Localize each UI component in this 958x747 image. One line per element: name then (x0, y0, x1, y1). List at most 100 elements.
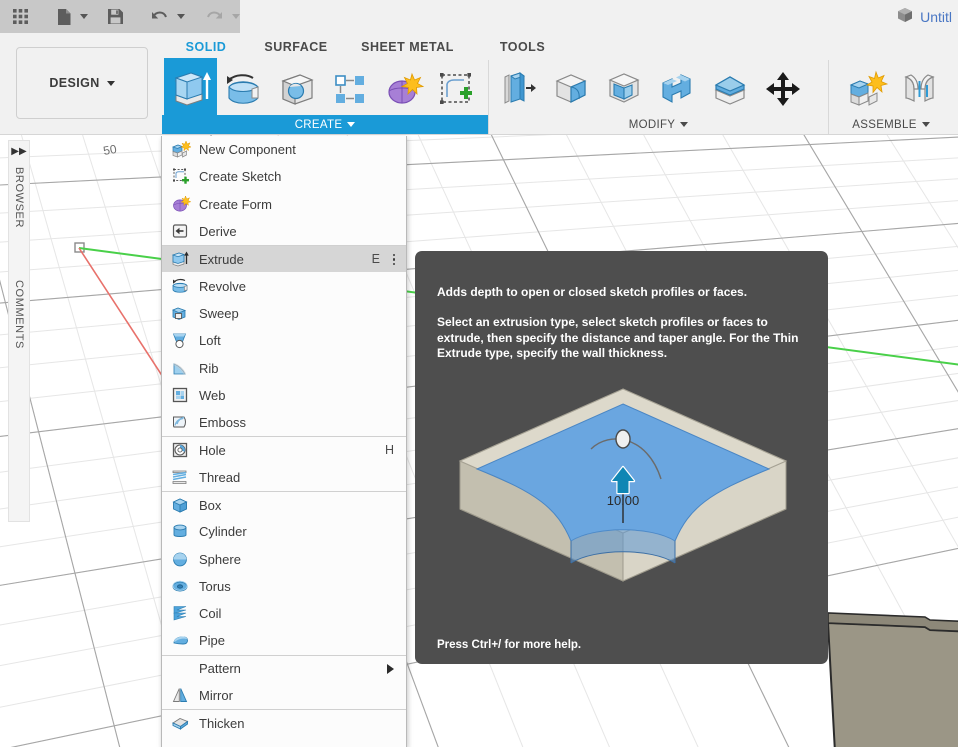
top-strip: Untitl (240, 0, 958, 33)
menu-item-pipe[interactable]: Pipe (162, 627, 406, 654)
menu-item-box[interactable]: Box (162, 490, 406, 518)
workspace-label: DESIGN (49, 76, 100, 90)
ribbon-tabs: SOLID SURFACE SHEET METAL TOOLS (170, 40, 580, 60)
hole-icon (170, 440, 192, 460)
revolve-icon (170, 276, 192, 296)
menu-item-web[interactable]: Web (162, 382, 406, 409)
menu-item-coil[interactable]: Coil (162, 600, 406, 627)
menu-item-cylinder[interactable]: Cylinder (162, 518, 406, 545)
menu-item-label: Rib (199, 360, 219, 376)
menu-item-create-sketch[interactable]: Create Sketch (162, 163, 406, 190)
menu-item-label: New Component (199, 142, 296, 158)
tooltip-illustration: 10.00 (451, 383, 796, 613)
create-sketch-tool-icon[interactable] (429, 62, 482, 115)
document-tab[interactable]: Untitl (888, 3, 958, 30)
revolve-tool-icon[interactable] (217, 62, 270, 115)
menu-item-label: Box (199, 497, 222, 513)
press-pull-tool-icon[interactable] (491, 62, 544, 115)
tab-tools[interactable]: TOOLS (465, 40, 580, 60)
undo-dropdown-caret[interactable] (177, 14, 186, 19)
thicken-icon (170, 713, 192, 733)
menu-item-extrude[interactable]: Extrude E (162, 245, 406, 273)
sphere-icon (170, 549, 192, 569)
menu-item-thread[interactable]: Thread (162, 464, 406, 491)
panel-assemble-label-text: ASSEMBLE (852, 118, 917, 131)
panel-modify-label-text: MODIFY (628, 118, 676, 131)
new-component-tool-icon[interactable] (839, 62, 892, 115)
torus-icon (170, 576, 192, 596)
panel-assemble-label[interactable]: ASSEMBLE (829, 115, 953, 134)
menu-item-label: Pipe (199, 633, 226, 649)
menu-item-revolve[interactable]: Revolve (162, 272, 406, 299)
pipe-icon (170, 631, 192, 651)
extrude-distance-label: 10.00 (607, 493, 640, 508)
browser-panel-tab[interactable]: BROWSER (13, 167, 25, 228)
menu-item-sweep[interactable]: Sweep (162, 300, 406, 327)
menu-item-derive[interactable]: Derive (162, 218, 406, 245)
panel-modify-label[interactable]: MODIFY (489, 115, 828, 134)
menu-item-label: Torus (199, 578, 231, 594)
menu-item-label: Loft (199, 333, 221, 349)
create-dropdown-menu[interactable]: New Component Create Sketch Create Form Der… (161, 136, 407, 747)
menu-item-overflow-icon[interactable] (392, 253, 406, 266)
joint-tool-icon[interactable] (892, 62, 945, 115)
menu-item-label: Create Sketch (199, 169, 282, 185)
file-dropdown-caret[interactable] (79, 14, 88, 19)
combine-tool-icon[interactable] (650, 62, 703, 115)
grid-scale-label: 50 (102, 142, 118, 158)
model-body (826, 612, 958, 747)
menu-item-mirror[interactable]: Mirror (162, 682, 406, 709)
tooltip-paragraph-1: Adds depth to open or closed sketch prof… (437, 285, 748, 299)
app-grid-icon[interactable] (8, 4, 33, 30)
redo-dropdown-caret[interactable] (232, 14, 240, 19)
panel-create-label-text: CREATE (294, 118, 343, 131)
sweep-icon (170, 303, 192, 323)
save-icon[interactable] (103, 4, 128, 30)
tooltip-footer: Press Ctrl+/ for more help. (437, 639, 582, 651)
menu-item-label: Emboss (199, 415, 246, 431)
panel-create-label[interactable]: CREATE (162, 115, 488, 134)
tab-solid[interactable]: SOLID (170, 40, 242, 60)
move-copy-tool-icon[interactable] (756, 62, 809, 115)
undo-icon[interactable] (146, 4, 173, 30)
menu-item-loft[interactable]: Loft (162, 327, 406, 354)
extrude-tooltip: Adds depth to open or closed sketch prof… (415, 251, 828, 664)
quick-access-toolbar (0, 0, 240, 33)
double-arrow-icon[interactable]: ▶▶ (11, 147, 26, 157)
new-component-icon (170, 140, 192, 160)
workspace-switcher[interactable]: DESIGN (16, 47, 148, 119)
menu-item-sphere[interactable]: Sphere (162, 545, 406, 572)
menu-item-rib[interactable]: Rib (162, 354, 406, 381)
menu-item-hole[interactable]: Hole H (162, 436, 406, 463)
extrude-tool-icon[interactable] (164, 58, 217, 115)
chevron-down-icon (921, 122, 930, 127)
create-sketch-icon (170, 167, 192, 187)
emboss-icon (170, 413, 192, 433)
comments-panel-tab[interactable]: COMMENTS (13, 280, 25, 349)
create-form-tool-icon[interactable] (376, 62, 429, 115)
split-face-tool-icon[interactable] (703, 62, 756, 115)
ribbon-panels: CREATE MODIFY ASSEMBLE (162, 58, 958, 134)
file-icon[interactable] (53, 4, 76, 30)
panel-create: CREATE (162, 58, 488, 134)
menu-item-thicken[interactable]: Thicken (162, 709, 406, 736)
hole-tool-icon[interactable] (270, 62, 323, 115)
cube-icon (896, 6, 914, 27)
tab-surface[interactable]: SURFACE (242, 40, 350, 60)
menu-item-new-component[interactable]: New Component (162, 136, 406, 163)
menu-item-emboss[interactable]: Emboss (162, 409, 406, 436)
shell-tool-icon[interactable] (597, 62, 650, 115)
pattern-tool-icon[interactable] (323, 62, 376, 115)
menu-item-create-form[interactable]: Create Form (162, 191, 406, 218)
fillet-tool-icon[interactable] (544, 62, 597, 115)
menu-item-shortcut: H (384, 443, 394, 458)
menu-item-torus[interactable]: Torus (162, 573, 406, 600)
tab-sheet-metal[interactable]: SHEET METAL (350, 40, 465, 60)
menu-item-shortcut: E (371, 252, 380, 267)
menu-item-label: Extrude (199, 251, 244, 267)
menu-item-label: Web (199, 387, 226, 403)
chevron-down-icon (680, 122, 689, 127)
menu-item-pattern[interactable]: Pattern (162, 654, 406, 682)
redo-icon[interactable] (201, 4, 228, 30)
derive-icon (170, 222, 192, 242)
